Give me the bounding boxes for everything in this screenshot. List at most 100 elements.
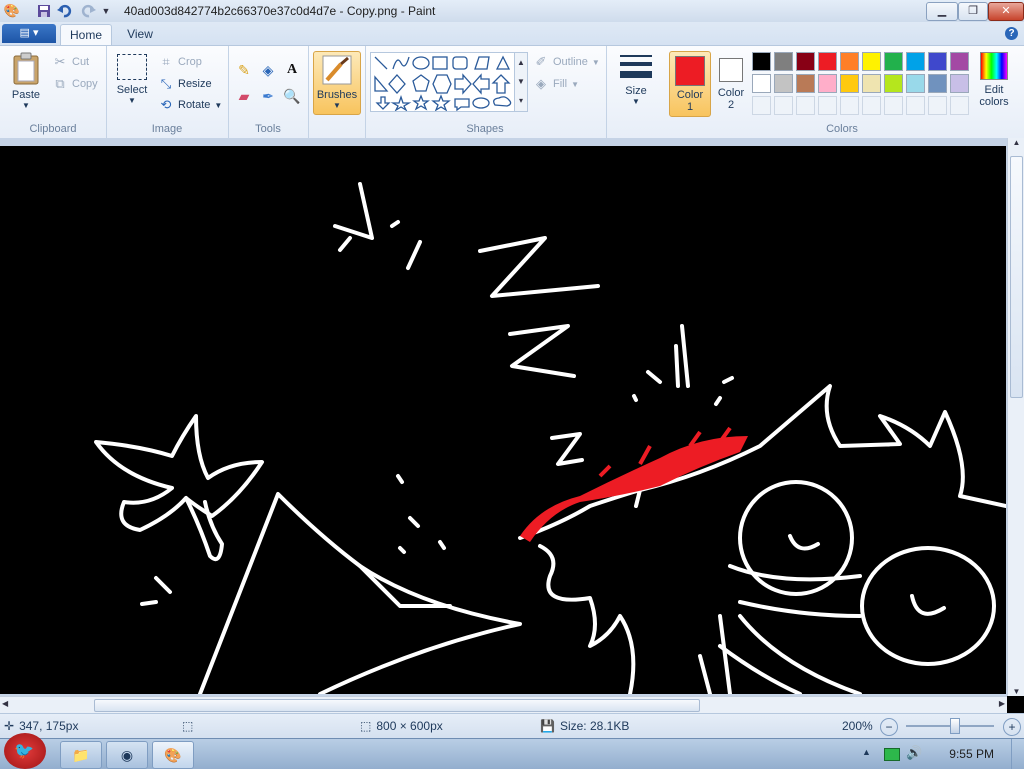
palette-custom-slot[interactable] — [906, 96, 925, 115]
palette-color-swatch[interactable] — [840, 52, 859, 71]
crosshair-icon: ✛ — [4, 719, 15, 733]
zoom-out-button[interactable]: − — [880, 718, 898, 736]
resize-icon: ⤡ — [160, 76, 172, 91]
eraser-icon[interactable]: ▰ — [233, 85, 255, 107]
palette-custom-slot[interactable] — [818, 96, 837, 115]
drawing-artwork — [94, 182, 1006, 694]
vertical-scrollbar[interactable]: ▲ ▼ — [1007, 138, 1024, 696]
cursor-position: ✛ 347, 175px — [4, 719, 78, 733]
group-label-colors: Colors — [826, 123, 858, 135]
brushes-button[interactable]: Brushes ▼ — [313, 51, 361, 115]
file-menu-button[interactable]: ▤ ▾ — [2, 24, 56, 43]
undo-icon[interactable] — [57, 3, 73, 19]
palette-color-swatch[interactable] — [906, 52, 925, 71]
resize-button[interactable]: ⤡ Resize — [158, 76, 212, 92]
scroll-down-arrow-icon[interactable]: ▼ — [1008, 687, 1024, 696]
fill-button[interactable]: ◈ Fill ▼ — [533, 76, 579, 92]
start-button[interactable]: 🐦 — [4, 733, 46, 769]
scroll-up-arrow-icon[interactable]: ▲ — [1008, 138, 1024, 147]
taskbar-chrome[interactable]: ◉ — [106, 741, 148, 769]
tab-view[interactable]: View — [116, 24, 164, 45]
clipboard-icon — [13, 52, 39, 85]
palette-custom-slot[interactable] — [752, 96, 771, 115]
help-icon[interactable]: ? — [1005, 27, 1018, 40]
redo-icon[interactable] — [80, 3, 96, 19]
ribbon: Paste ▼ ✂ Cut ⧉ Copy Clipboard Select ▼ … — [0, 45, 1024, 139]
rotate-button[interactable]: ⟲ Rotate ▼ — [158, 97, 223, 113]
palette-color-swatch[interactable] — [752, 52, 771, 71]
horizontal-scroll-thumb[interactable] — [94, 699, 700, 712]
palette-custom-slot[interactable] — [884, 96, 903, 115]
palette-color-swatch[interactable] — [884, 74, 903, 93]
scroll-left-arrow-icon[interactable]: ◀ — [2, 699, 8, 708]
palette-color-swatch[interactable] — [928, 74, 947, 93]
taskbar-clock[interactable]: 9:55 PM — [949, 747, 994, 761]
paste-button[interactable]: Paste ▼ — [6, 52, 46, 110]
fill-bucket-icon[interactable]: ◈ — [257, 59, 279, 81]
palette-custom-slot[interactable] — [950, 96, 969, 115]
palette-custom-slot[interactable] — [928, 96, 947, 115]
palette-color-swatch[interactable] — [906, 74, 925, 93]
palette-custom-slot[interactable] — [796, 96, 815, 115]
size-button[interactable]: Size ▼ — [617, 52, 655, 106]
palette-color-swatch[interactable] — [774, 52, 793, 71]
zoom-slider-thumb[interactable] — [950, 718, 960, 734]
copy-button[interactable]: ⧉ Copy — [52, 76, 97, 92]
palette-color-swatch[interactable] — [862, 74, 881, 93]
zoom-in-button[interactable]: + — [1003, 718, 1021, 736]
taskbar-paint[interactable]: 🎨 — [152, 741, 194, 769]
magnifier-icon[interactable]: 🔍 — [281, 85, 303, 107]
tray-show-hidden-icon[interactable]: ▲ — [862, 747, 871, 757]
tab-home[interactable]: Home — [60, 24, 112, 46]
network-icon[interactable] — [884, 748, 900, 761]
horizontal-scrollbar[interactable]: ◀ ▶ — [0, 696, 1007, 714]
save-icon[interactable] — [36, 3, 52, 19]
minimize-button[interactable]: ▁ — [926, 2, 958, 21]
palette-color-swatch[interactable] — [818, 52, 837, 71]
cut-button[interactable]: ✂ Cut — [52, 54, 90, 70]
color1-button[interactable]: Color 1 — [669, 51, 711, 117]
edit-colors-button[interactable]: Edit colors — [976, 52, 1012, 108]
outline-button[interactable]: ✐ Outline ▼ — [533, 54, 600, 70]
palette-color-swatch[interactable] — [928, 52, 947, 71]
volume-icon[interactable]: 🔊 — [906, 745, 922, 761]
brush-icon — [322, 55, 352, 85]
palette-color-swatch[interactable] — [950, 52, 969, 71]
pencil-icon[interactable]: ✎ — [233, 59, 255, 81]
palette-custom-slot[interactable] — [862, 96, 881, 115]
paint-menu-icon: ▤ ▾ — [19, 27, 39, 39]
palette-color-swatch[interactable] — [950, 74, 969, 93]
palette-color-swatch[interactable] — [818, 74, 837, 93]
color2-button[interactable]: Color 2 — [713, 51, 749, 115]
palette-custom-slot[interactable] — [840, 96, 859, 115]
palette-color-swatch[interactable] — [862, 52, 881, 71]
scissors-icon: ✂ — [54, 54, 66, 69]
palette-color-swatch[interactable] — [884, 52, 903, 71]
vertical-scroll-thumb[interactable] — [1010, 156, 1023, 398]
dropdown-arrow-icon[interactable]: ▼ — [100, 3, 112, 19]
color-picker-icon[interactable]: ✒ — [257, 85, 279, 107]
palette-color-swatch[interactable] — [796, 74, 815, 93]
palette-custom-slot[interactable] — [774, 96, 793, 115]
palette-color-swatch[interactable] — [840, 74, 859, 93]
tools-group: ✎ ◈ A ▰ ✒ 🔍 Tools — [228, 46, 309, 138]
fill-icon: ◈ — [536, 76, 546, 91]
show-desktop-button[interactable] — [1011, 739, 1024, 769]
close-button[interactable]: ✕ — [988, 2, 1024, 21]
file-size: 💾 Size: 28.1KB — [540, 719, 629, 733]
palette-color-swatch[interactable] — [774, 74, 793, 93]
palette-color-swatch[interactable] — [796, 52, 815, 71]
text-tool-icon[interactable]: A — [281, 59, 303, 81]
select-button[interactable]: Select ▼ — [114, 54, 150, 105]
drawing-canvas[interactable] — [0, 146, 1006, 694]
shapes-scroll[interactable]: ▲ ▼ ▾ — [514, 52, 528, 112]
crop-button[interactable]: ⌗ Crop — [158, 54, 202, 70]
palette-color-swatch[interactable] — [752, 74, 771, 93]
paint-app-icon[interactable]: 🎨 — [4, 3, 20, 19]
shapes-gallery[interactable] — [370, 52, 516, 112]
taskbar-explorer[interactable]: 📁 — [60, 741, 102, 769]
scroll-right-arrow-icon[interactable]: ▶ — [999, 699, 1005, 708]
group-label-clipboard: Clipboard — [29, 123, 77, 135]
maximize-button[interactable]: ❐ — [958, 2, 988, 21]
image-group: Select ▼ ⌗ Crop ⤡ Resize ⟲ Rotate ▼ Imag… — [106, 46, 229, 138]
